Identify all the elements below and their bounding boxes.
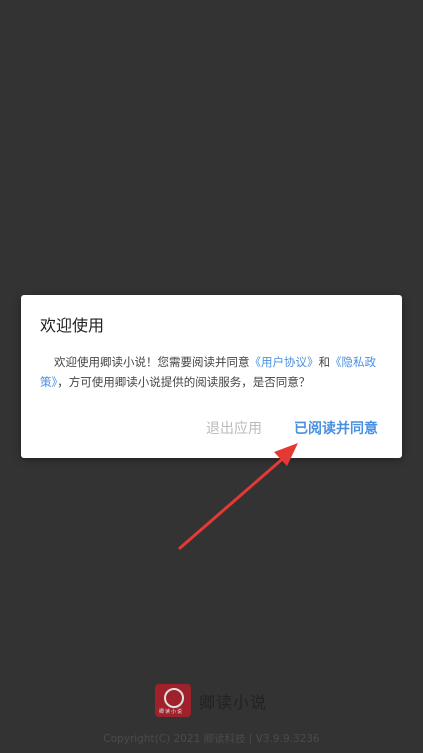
user-agreement-link[interactable]: 《用户协议》 — [250, 355, 319, 369]
dialog-message-suffix: ，方可使用卿读小说提供的阅读服务，是否同意？ — [57, 375, 311, 389]
app-logo-icon: 卿读小说 — [155, 684, 191, 717]
dialog-message-prefix: 欢迎使用卿读小说！您需要阅读并同意 — [54, 355, 250, 369]
privacy-consent-dialog: 欢迎使用 欢迎使用卿读小说！您需要阅读并同意《用户协议》和《隐私政策》，方可使用… — [21, 295, 402, 458]
agree-button[interactable]: 已阅读并同意 — [294, 419, 378, 439]
dialog-message: 欢迎使用卿读小说！您需要阅读并同意《用户协议》和《隐私政策》，方可使用卿读小说提… — [40, 352, 380, 392]
dialog-actions: 退出应用 已阅读并同意 — [206, 419, 378, 439]
dialog-message-and: 和 — [318, 355, 331, 369]
dialog-title: 欢迎使用 — [40, 316, 105, 335]
logo-text: 卿读小说 — [159, 709, 184, 715]
app-name: 卿读小说 — [199, 692, 268, 712]
footer-brand: 卿读小说 卿读小说 — [155, 684, 267, 717]
exit-app-button[interactable]: 退出应用 — [206, 419, 262, 439]
copyright-text: Copyright(C) 2021 卿读科技 | V3.9.9.3236 — [103, 733, 320, 745]
